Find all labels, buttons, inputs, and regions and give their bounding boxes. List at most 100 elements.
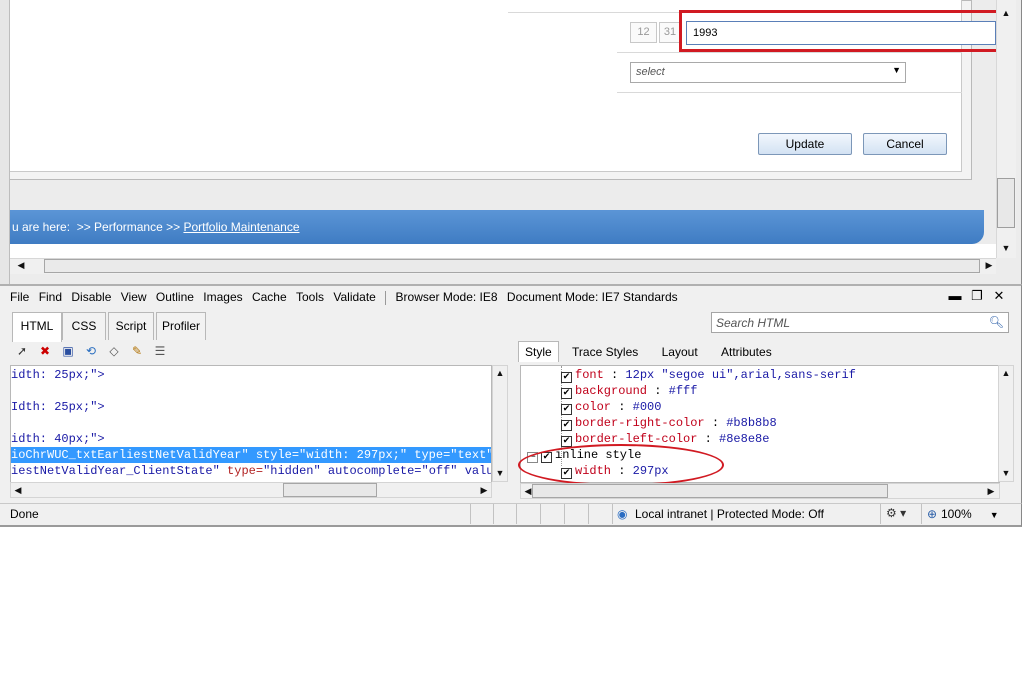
tab-layout[interactable]: Layout	[652, 342, 708, 362]
style-rule[interactable]: ✔ background : #fff	[561, 383, 697, 399]
style-vertical-scrollbar[interactable]	[998, 365, 1014, 482]
scroll-left-arrow-icon[interactable]: ◀	[14, 260, 28, 271]
day-box[interactable]: 31	[659, 22, 681, 43]
scroll-up-arrow-icon[interactable]: ▲	[493, 368, 507, 378]
style-hscroll-thumb[interactable]	[532, 484, 888, 498]
menu-disable[interactable]: Disable	[71, 288, 111, 306]
scroll-down-arrow-icon[interactable]: ▼	[999, 468, 1013, 478]
style-value: #b8b8b8	[726, 416, 777, 430]
devtools-menubar: File Find Disable View Outline Images Ca…	[10, 288, 684, 306]
scroll-right-arrow-icon[interactable]: ▶	[982, 260, 996, 271]
style-rule[interactable]: ✔ border-right-color : #b8b8b8	[561, 415, 777, 431]
menu-browser-mode[interactable]: Browser Mode: IE8	[396, 288, 498, 306]
code-line-selected[interactable]: ioChrWUC_txtEarliestNetValidYear" style=…	[11, 447, 492, 463]
checkbox[interactable]: ✔	[561, 436, 572, 447]
scroll-up-arrow-icon[interactable]: ▲	[999, 368, 1013, 378]
scroll-right-arrow-icon[interactable]: ▶	[985, 486, 997, 497]
style-rule[interactable]: ✔ font : 12px "segoe ui",arial,sans-serif	[561, 367, 856, 383]
word-wrap-icon[interactable]: ☰	[150, 342, 170, 360]
scroll-down-arrow-icon[interactable]: ▼	[493, 468, 507, 478]
checkbox[interactable]: ✔	[561, 388, 572, 399]
menu-images[interactable]: Images	[203, 288, 242, 306]
menu-outline[interactable]: Outline	[156, 288, 194, 306]
status-separator	[470, 504, 471, 524]
security-zone[interactable]: ◉ Local intranet | Protected Mode: Off	[617, 507, 824, 521]
html-source-pane[interactable]: idth: 25px;"> Idth: 25px;"> idth: 40px;"…	[10, 365, 492, 485]
minimize-icon[interactable]: ▬	[944, 288, 966, 303]
html-toolbar: ➚ ✖ ▣ ⟲ ◇ ✎ ☰	[12, 342, 173, 362]
collapse-icon[interactable]: −	[527, 452, 538, 463]
status-separator	[540, 504, 541, 524]
checkbox[interactable]: ✔	[561, 420, 572, 431]
menu-tools[interactable]: Tools	[296, 288, 324, 306]
style-rule[interactable]: ✔ color : #000	[561, 399, 661, 415]
status-separator	[493, 504, 494, 524]
style-pane[interactable]: ✔ font : 12px "segoe ui",arial,sans-serif…	[520, 365, 1000, 483]
breadcrumb-link-portfolio-maintenance[interactable]: Portfolio Maintenance	[183, 220, 299, 234]
scroll-left-arrow-icon[interactable]: ◀	[522, 486, 534, 497]
menu-view[interactable]: View	[121, 288, 147, 306]
select-element-icon[interactable]: ➚	[12, 342, 32, 360]
save-icon[interactable]: ▣	[58, 342, 78, 360]
checkbox[interactable]: ✔	[541, 452, 552, 463]
code-text: ioChrWUC_txtEarliestNetValidYear" style=…	[11, 448, 492, 462]
select-dropdown[interactable]: select ▼	[630, 62, 906, 83]
tab-style[interactable]: Style	[518, 341, 559, 362]
tab-trace-styles[interactable]: Trace Styles	[562, 342, 648, 362]
page-hscroll-thumb[interactable]	[44, 259, 980, 273]
status-separator	[880, 504, 881, 524]
restore-icon[interactable]: ❐	[966, 288, 988, 304]
tab-profiler[interactable]: Profiler	[156, 312, 206, 340]
scroll-right-arrow-icon[interactable]: ▶	[478, 485, 490, 496]
dom-icon[interactable]: ◇	[104, 342, 124, 360]
style-value: #8e8e8e	[719, 432, 770, 446]
page-gap	[10, 244, 996, 258]
code-horizontal-scrollbar[interactable]	[10, 482, 492, 498]
month-box[interactable]: 12	[630, 22, 657, 43]
code-line[interactable]: iestNetValidYear_ClientState" type="hidd…	[11, 463, 491, 479]
refresh-icon[interactable]: ⟲	[81, 342, 101, 360]
style-rule[interactable]: ✔ width : 297px	[561, 463, 669, 479]
style-prop: width	[575, 464, 612, 478]
tab-script[interactable]: Script	[108, 312, 154, 340]
scroll-down-arrow-icon[interactable]: ▼	[997, 243, 1015, 253]
code-line[interactable]: idth: 40px;">	[11, 431, 105, 447]
menu-cache[interactable]: Cache	[252, 288, 287, 306]
inline-style-header[interactable]: − ✔ inline style	[527, 447, 641, 463]
code-vertical-scrollbar[interactable]	[492, 365, 508, 482]
year-input[interactable]: 1993	[686, 21, 996, 45]
scroll-left-arrow-icon[interactable]: ◀	[12, 485, 24, 496]
code-line[interactable]: Idth: 25px;">	[11, 399, 105, 415]
tab-css[interactable]: CSS	[62, 312, 106, 340]
menu-file[interactable]: File	[10, 288, 29, 306]
protected-mode-icon[interactable]: ⚙ ▾	[886, 506, 906, 520]
search-icon[interactable]: 🔍︎	[989, 315, 1004, 329]
search-html-input[interactable]: Search HTML 🔍︎	[711, 312, 1009, 333]
chevron-down-icon[interactable]: ▼	[990, 510, 999, 520]
code-hscroll-thumb[interactable]	[283, 483, 377, 497]
inline-style-label: inline style	[555, 448, 642, 462]
close-icon[interactable]: ✕	[988, 288, 1010, 304]
status-separator	[564, 504, 565, 524]
cancel-button[interactable]: Cancel	[863, 133, 947, 155]
style-rule[interactable]: ✔ border-left-color : #8e8e8e	[561, 431, 769, 447]
menu-document-mode[interactable]: Document Mode: IE7 Standards	[507, 288, 678, 306]
zoom-control[interactable]: ⊕ 100% ▼	[927, 507, 999, 521]
clear-icon[interactable]: ✖	[35, 342, 55, 360]
checkbox[interactable]: ✔	[561, 468, 572, 479]
status-separator	[612, 504, 613, 524]
tab-attributes[interactable]: Attributes	[711, 342, 782, 362]
style-value: 12px "segoe ui",arial,sans-serif	[625, 368, 856, 382]
zoom-icon: ⊕	[927, 507, 938, 521]
menu-validate[interactable]: Validate	[333, 288, 375, 306]
checkbox[interactable]: ✔	[561, 372, 572, 383]
edit-icon[interactable]: ✎	[127, 342, 147, 360]
page-scroll-thumb[interactable]	[997, 178, 1015, 228]
style-value: 297px	[632, 464, 669, 478]
tab-html[interactable]: HTML	[12, 312, 62, 342]
menu-find[interactable]: Find	[39, 288, 62, 306]
scroll-up-arrow-icon[interactable]: ▲	[997, 8, 1015, 18]
update-button[interactable]: Update	[758, 133, 852, 155]
checkbox[interactable]: ✔	[561, 404, 572, 415]
code-line[interactable]: idth: 25px;">	[11, 367, 105, 383]
